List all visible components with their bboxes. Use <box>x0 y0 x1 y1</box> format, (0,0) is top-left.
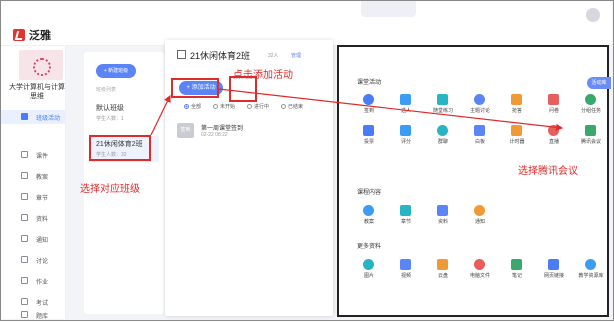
arrow-add-to-tencent <box>218 88 564 131</box>
arrow-class-to-add <box>150 94 171 136</box>
annotation-arrows <box>150 88 564 136</box>
